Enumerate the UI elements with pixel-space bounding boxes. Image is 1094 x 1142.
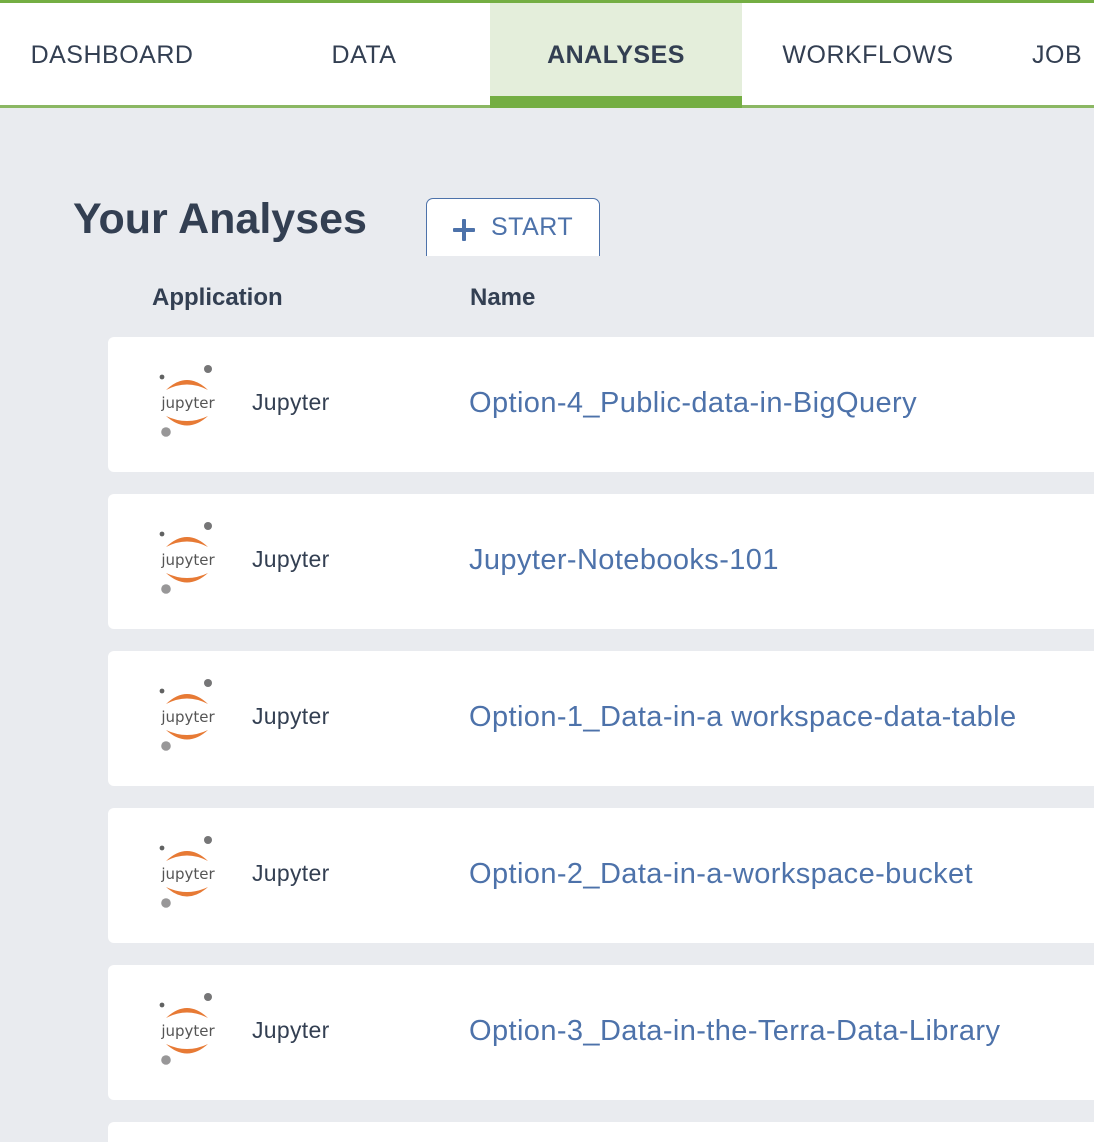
tab-workflows[interactable]: WORKFLOWS xyxy=(742,3,994,108)
jupyter-logo-icon: jupyter xyxy=(159,679,216,751)
jupyter-logo-icon: jupyter xyxy=(159,836,216,908)
notebook-link[interactable]: Option-2_Data-in-a-workspace-bucket xyxy=(469,858,973,891)
svg-text:jupyter: jupyter xyxy=(160,1022,215,1040)
column-header-name[interactable]: Name xyxy=(470,284,535,312)
tab-job-history[interactable]: JOB xyxy=(1002,3,1094,108)
application-name: Jupyter xyxy=(252,1017,330,1043)
analysis-row[interactable]: jupyter Jupyter Option-4_Public-data-in-… xyxy=(108,337,1094,472)
analysis-row[interactable]: jupyter Jupyter Option-1_Data-in-a works… xyxy=(108,651,1094,786)
start-button-label: START xyxy=(491,213,574,241)
application-name: Jupyter xyxy=(252,703,330,729)
jupyter-logo-icon: jupyter xyxy=(159,365,216,437)
notebook-link[interactable]: Option-4_Public-data-in-BigQuery xyxy=(469,387,917,420)
analysis-row[interactable]: jupyter Jupyter Jupyter-Notebooks-101 xyxy=(108,494,1094,629)
jupyter-logo-icon: jupyter xyxy=(159,522,216,594)
page-title: Your Analyses xyxy=(73,195,367,243)
plus-icon xyxy=(453,218,475,241)
tab-dashboard[interactable]: DASHBOARD xyxy=(0,3,224,108)
notebook-link[interactable]: Option-3_Data-in-the-Terra-Data-Library xyxy=(469,1015,1000,1048)
svg-text:jupyter: jupyter xyxy=(160,551,215,569)
column-header-application[interactable]: Application xyxy=(152,284,283,312)
svg-text:jupyter: jupyter xyxy=(160,394,215,412)
svg-text:jupyter: jupyter xyxy=(160,865,215,883)
tab-analyses[interactable]: ANALYSES xyxy=(490,3,742,108)
analysis-row[interactable]: jupyter Jupyter Option-2_Data-in-a-works… xyxy=(108,808,1094,943)
notebook-link[interactable]: Jupyter-Notebooks-101 xyxy=(469,544,779,577)
jupyter-logo-icon: jupyter xyxy=(159,993,216,1065)
svg-text:jupyter: jupyter xyxy=(160,708,215,726)
analysis-row-partial[interactable] xyxy=(108,1122,1094,1142)
analysis-row[interactable]: jupyter Jupyter Option-3_Data-in-the-Ter… xyxy=(108,965,1094,1100)
notebook-link[interactable]: Option-1_Data-in-a workspace-data-table xyxy=(469,701,1017,734)
start-analysis-button[interactable]: START xyxy=(426,198,600,256)
application-name: Jupyter xyxy=(252,860,330,886)
workspace-tab-bar: DASHBOARD DATA ANALYSES WORKFLOWS JOB xyxy=(0,0,1094,108)
application-name: Jupyter xyxy=(252,389,330,415)
application-name: Jupyter xyxy=(252,546,330,572)
tab-data[interactable]: DATA xyxy=(238,3,490,108)
